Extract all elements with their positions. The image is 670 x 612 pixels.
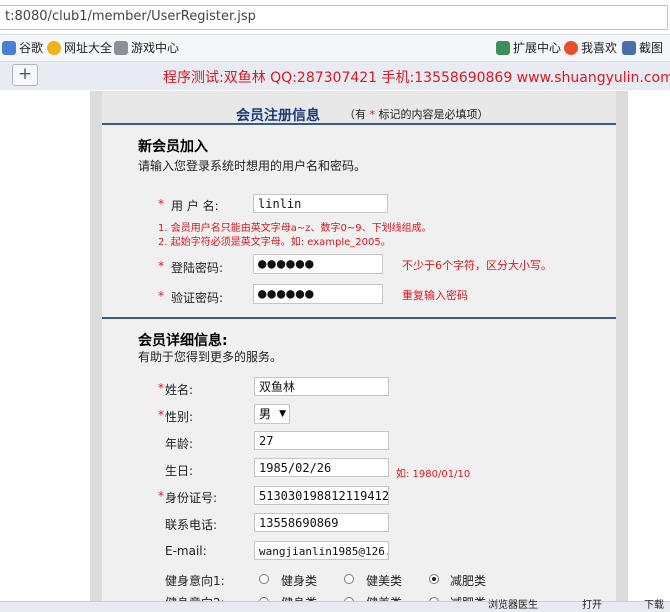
confirm-password-input[interactable]: ●●●●●● <box>253 284 383 304</box>
browser-doctor[interactable]: 浏览器医生 <box>488 601 538 611</box>
gamepad-icon <box>114 41 128 55</box>
birthday-input[interactable]: 1985/02/26 <box>254 458 389 477</box>
phone-input[interactable]: 13558690869 <box>254 513 389 532</box>
screenshot-button[interactable]: 截图 <box>622 39 663 57</box>
bookmark-directory[interactable]: 网址大全 <box>47 39 112 57</box>
confirm-password-label: 验证密码: <box>171 291 224 305</box>
status-bar: 浏览器医生 打开 下载 <box>0 601 670 612</box>
idcard-label: 身份证号: <box>165 491 218 505</box>
required-star: * <box>158 489 164 503</box>
fitness1-option-1: 健身类 <box>281 574 318 588</box>
password-label: 登陆密码: <box>171 261 224 275</box>
fitness1-radio-3[interactable] <box>429 574 439 584</box>
open-button[interactable]: 打开 <box>582 601 602 611</box>
section1-heading: 新会员加入 <box>138 139 208 155</box>
address-bar-area: t:8080/club1/member/UserRegister.jsp <box>0 0 670 35</box>
bookmark-google[interactable]: 谷歌 <box>2 39 43 57</box>
required-note: （有 * 标记的内容是必填项） <box>344 108 489 121</box>
url-input[interactable]: t:8080/club1/member/UserRegister.jsp <box>0 5 668 30</box>
required-star: * <box>158 289 164 303</box>
required-star: * <box>158 259 164 273</box>
username-rule-2: 2. 起始字符必须是英文字母。如: example_2005。 <box>158 237 391 248</box>
fitness1-option-3: 减肥类 <box>450 574 487 588</box>
bookmark-games[interactable]: 游戏中心 <box>114 39 179 57</box>
grid-icon <box>2 41 16 55</box>
password-hint: 不少于6个字符，区分大小写。 <box>402 259 552 272</box>
url-text: t:8080/club1/member/UserRegister.jsp <box>5 9 256 24</box>
form-header: 会员注册信息 （有 * 标记的内容是必填项） <box>102 91 616 124</box>
email-label: E-mail: <box>165 544 207 558</box>
promo-banner: 程序测试:双鱼林 QQ:287307421 手机:13558690869 www… <box>163 70 670 86</box>
username-rule-1: 1. 会员用户名只能由英文字母a~z、数字0~9、下划线组成。 <box>158 223 432 234</box>
email-input[interactable]: wangjianlin1985@126.c <box>254 541 389 560</box>
age-label: 年龄: <box>165 437 194 451</box>
confirm-password-hint: 重复输入密码 <box>402 289 468 302</box>
section2-subtitle: 有助于您得到更多的服务。 <box>138 350 283 364</box>
chevron-down-icon: ▼ <box>279 409 286 419</box>
extensions-button[interactable]: 扩展中心 <box>496 39 561 57</box>
fitness1-label: 健身意向1: <box>165 574 225 588</box>
username-label: 用 户 名: <box>171 199 219 213</box>
download-button[interactable]: 下载 <box>644 601 664 611</box>
password-input[interactable]: ●●●●●● <box>253 254 383 274</box>
heart-icon <box>564 41 578 55</box>
form-title: 会员注册信息 <box>236 108 320 124</box>
required-star: * <box>158 408 164 422</box>
fitness1-option-2: 健美类 <box>366 574 403 588</box>
birthday-label: 生日: <box>165 464 194 478</box>
name-label: 姓名: <box>165 383 194 397</box>
bookmarks-bar: 谷歌 网址大全 游戏中心 扩展中心 我喜欢 截图 <box>0 35 670 62</box>
fitness1-radio-2[interactable] <box>344 574 354 584</box>
gender-label: 性别: <box>165 410 194 424</box>
required-star: * <box>158 197 164 211</box>
idcard-input[interactable]: 513030198812119412 <box>254 486 389 505</box>
scissors-icon <box>622 41 636 55</box>
puzzle-icon <box>496 41 510 55</box>
favorites-button[interactable]: 我喜欢 <box>564 39 617 57</box>
phone-label: 联系电话: <box>165 518 218 532</box>
required-star: * <box>158 381 164 395</box>
fitness1-radio-1[interactable] <box>259 574 269 584</box>
name-input[interactable]: 双鱼林 <box>254 377 389 396</box>
birthday-hint: 如: 1980/01/10 <box>396 469 471 480</box>
globe-icon <box>47 41 61 55</box>
tab-strip: + 程序测试:双鱼林 QQ:287307421 手机:13558690869 w… <box>0 62 670 90</box>
new-tab-button[interactable]: + <box>12 64 38 86</box>
section1-subtitle: 请输入您登录系统时想用的用户名和密码。 <box>138 159 367 173</box>
gender-select[interactable]: 男 ▼ <box>254 404 290 424</box>
section2-heading: 会员详细信息: <box>138 333 228 349</box>
username-input[interactable]: linlin <box>253 194 388 213</box>
age-input[interactable]: 27 <box>254 431 389 450</box>
